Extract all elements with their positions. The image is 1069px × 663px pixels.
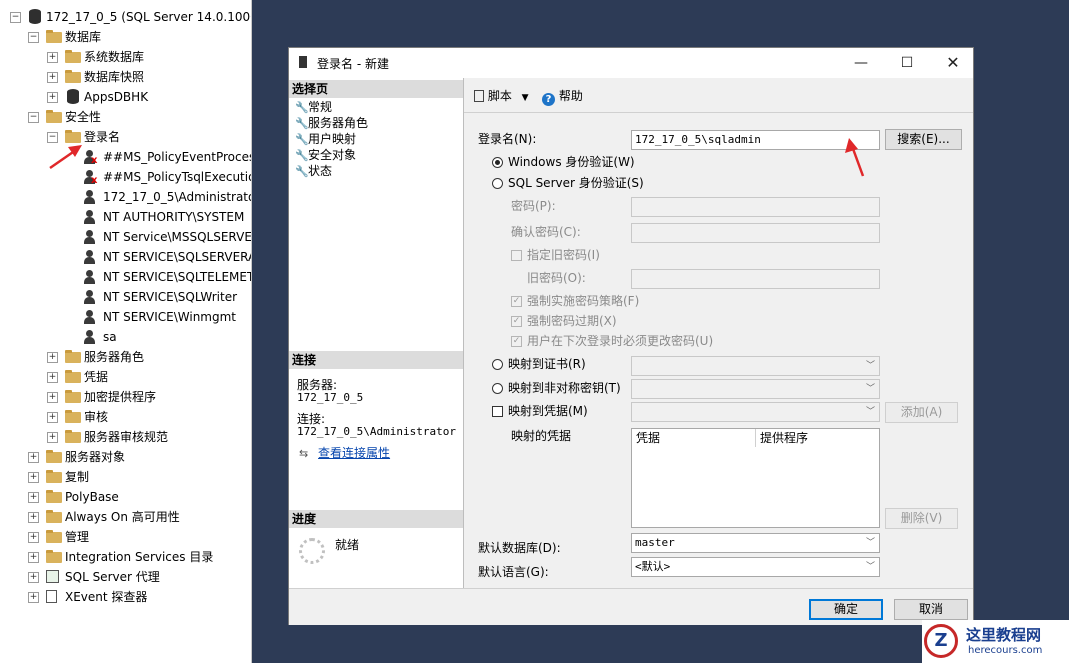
- watermark-logo-icon: Z: [924, 624, 958, 658]
- annotation-arrows: [49, 138, 865, 177]
- arrow-to-logins-icon: [49, 145, 82, 170]
- watermark: Z 这里教程网 herecours.com: [922, 620, 1069, 663]
- arrow-to-login-name-icon: [845, 138, 865, 177]
- watermark-url: herecours.com: [968, 645, 1043, 656]
- watermark-title: 这里教程网: [966, 626, 1042, 644]
